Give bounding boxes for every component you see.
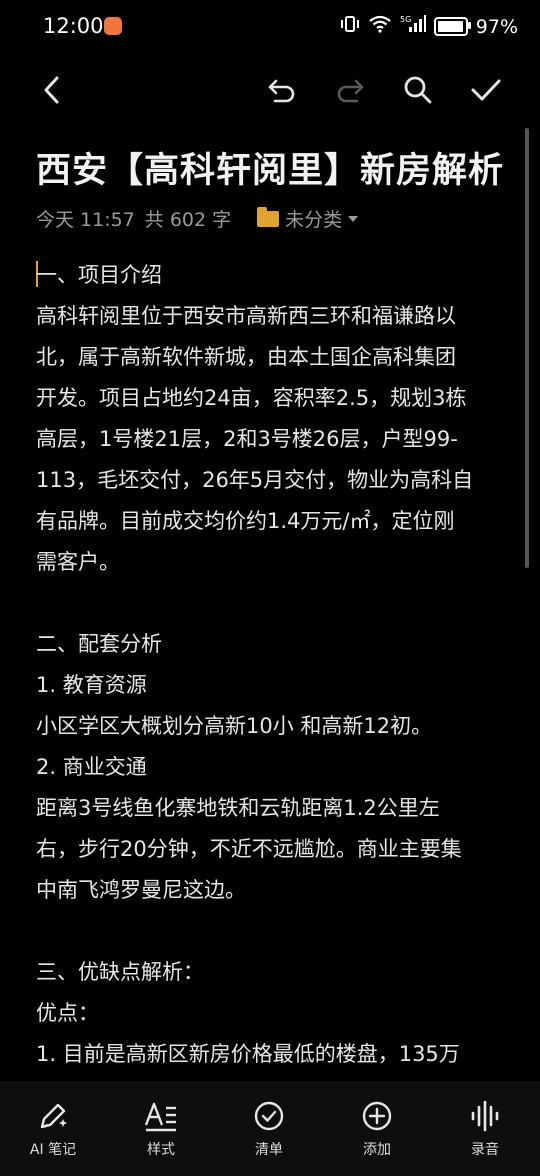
line-text: 需客户。 bbox=[36, 550, 120, 574]
line-text: 三、优缺点解析： bbox=[36, 960, 204, 984]
undo-icon bbox=[268, 79, 295, 103]
checklist-icon bbox=[254, 1101, 284, 1131]
search-button[interactable] bbox=[398, 70, 438, 110]
bottom-toolbar: AI 笔记 样式 清单 添加 录音 bbox=[0, 1082, 540, 1176]
line-text: 2. 商业交通 bbox=[36, 755, 147, 779]
text-line: 1. 教育资源 bbox=[36, 665, 508, 706]
text-line: 高科轩阅里位于西安市高新西三环和福谦路以 bbox=[36, 296, 508, 337]
line-text: 距离3号线鱼化寨地铁和云轨距离1.2公里左 bbox=[36, 796, 440, 820]
line-text: 中南飞鸿罗曼尼这边。 bbox=[36, 878, 246, 902]
checklist-button[interactable]: 清单 bbox=[224, 1099, 314, 1159]
scrollbar[interactable] bbox=[525, 128, 529, 568]
line-text: 高层，1号楼21层，2和3号楼26层，户型99- bbox=[36, 427, 458, 451]
ai-note-button[interactable]: AI 笔记 bbox=[8, 1099, 98, 1159]
add-button[interactable]: 添加 bbox=[332, 1099, 422, 1159]
note-title[interactable]: 西安【高科轩阅里】新房解析 bbox=[36, 142, 504, 193]
text-style-button[interactable]: 样式 bbox=[116, 1099, 206, 1159]
text-line: 右，步行20分钟，不近不远尴尬。商业主要集 bbox=[36, 829, 508, 870]
status-time: 12:00 bbox=[43, 14, 104, 38]
text-line: 需客户。 bbox=[36, 542, 508, 583]
wifi-icon bbox=[368, 14, 392, 39]
text-line: 距离3号线鱼化寨地铁和云轨距离1.2公里左 bbox=[36, 788, 508, 829]
voice-record-button[interactable]: 录音 bbox=[440, 1099, 530, 1159]
text-line: 高层，1号楼21层，2和3号楼26层，户型99- bbox=[36, 419, 508, 460]
battery-percent: 97% bbox=[475, 15, 518, 38]
vibrate-icon bbox=[340, 14, 360, 39]
redo-icon bbox=[337, 79, 364, 103]
line-text: 优点： bbox=[36, 1001, 99, 1025]
line-text: 1. 教育资源 bbox=[36, 673, 147, 697]
text-line: 优点： bbox=[36, 993, 508, 1034]
chevron-left-icon bbox=[44, 76, 59, 104]
text-line: 113，毛坯交付，26年5月交付，物业为高科自 bbox=[36, 460, 508, 501]
note-meta: 今天 11:57 共 602 字 未分类 bbox=[36, 205, 359, 232]
note-date: 今天 11:57 bbox=[36, 209, 135, 231]
line-text: 113，毛坯交付，26年5月交付，物业为高科自 bbox=[36, 468, 474, 492]
text-line: 二、配套分析 bbox=[36, 624, 508, 665]
checkmark-icon bbox=[471, 79, 501, 101]
add-icon bbox=[362, 1101, 392, 1131]
voice-record-icon bbox=[471, 1100, 499, 1132]
line-text: 二、配套分析 bbox=[36, 632, 162, 656]
status-bar: 12:00 5G 97% bbox=[0, 0, 540, 56]
text-line: 中南飞鸿罗曼尼这边。 bbox=[36, 870, 508, 911]
line-text: 有品牌。目前成交均价约1.4万元/㎡，定位刚 bbox=[36, 509, 455, 533]
text-style-icon bbox=[144, 1102, 176, 1132]
status-icons: 5G 97% bbox=[340, 14, 518, 39]
text-line: 有品牌。目前成交均价约1.4万元/㎡，定位刚 bbox=[36, 501, 508, 542]
battery-level bbox=[437, 21, 463, 32]
add-label: 添加 bbox=[363, 1142, 391, 1158]
undo-button[interactable] bbox=[262, 70, 302, 110]
redo-button[interactable] bbox=[330, 70, 370, 110]
folder-selector[interactable]: 未分类 bbox=[285, 205, 342, 232]
line-text: 北，属于高新软件新城，由本土国企高科集团 bbox=[36, 345, 456, 369]
ai-pen-icon bbox=[40, 1103, 67, 1129]
note-body[interactable]: 一、项目介绍高科轩阅里位于西安市高新西三环和福谦路以 北，属于高新软件新城，由本土… bbox=[36, 255, 508, 1075]
network-type: 5G bbox=[400, 15, 411, 24]
line-text: 小区学区大概划分高新10小 和高新12初。 bbox=[36, 714, 433, 738]
text-line: 一、项目介绍 bbox=[36, 255, 508, 296]
text-line: 1. 目前是高新区新房价格最低的楼盘，135万 bbox=[36, 1034, 508, 1075]
text-line: 北，属于高新软件新城，由本土国企高科集团 bbox=[36, 337, 508, 378]
battery-icon bbox=[433, 17, 471, 36]
line-text: 一、项目介绍 bbox=[36, 263, 162, 287]
search-icon bbox=[404, 76, 432, 104]
text-line: 小区学区大概划分高新10小 和高新12初。 bbox=[36, 706, 508, 747]
text-style-label: 样式 bbox=[147, 1142, 175, 1158]
notification-app-icon bbox=[104, 17, 122, 35]
caret-down-icon[interactable] bbox=[348, 215, 359, 222]
text-line: 三、优缺点解析： bbox=[36, 952, 508, 993]
line-text: 右，步行20分钟，不近不远尴尬。商业主要集 bbox=[36, 837, 462, 861]
folder-icon bbox=[257, 206, 280, 227]
ai-note-label: AI 笔记 bbox=[29, 1142, 77, 1158]
editor-toolbar bbox=[0, 60, 540, 120]
word-count: 共 602 字 bbox=[144, 209, 232, 231]
confirm-button[interactable] bbox=[466, 70, 506, 110]
line-text: 开发。项目占地约24亩，容积率2.5，规划3栋 bbox=[36, 386, 467, 410]
cellular-signal-icon: 5G bbox=[400, 14, 426, 39]
voice-record-label: 录音 bbox=[471, 1142, 499, 1158]
back-button[interactable] bbox=[32, 70, 72, 110]
line-text: 高科轩阅里位于西安市高新西三环和福谦路以 bbox=[36, 304, 456, 328]
line-text: 1. 目前是高新区新房价格最低的楼盘，135万 bbox=[36, 1042, 460, 1066]
text-line: 2. 商业交通 bbox=[36, 747, 508, 788]
text-line: 开发。项目占地约24亩，容积率2.5，规划3栋 bbox=[36, 378, 508, 419]
checklist-label: 清单 bbox=[255, 1142, 283, 1158]
